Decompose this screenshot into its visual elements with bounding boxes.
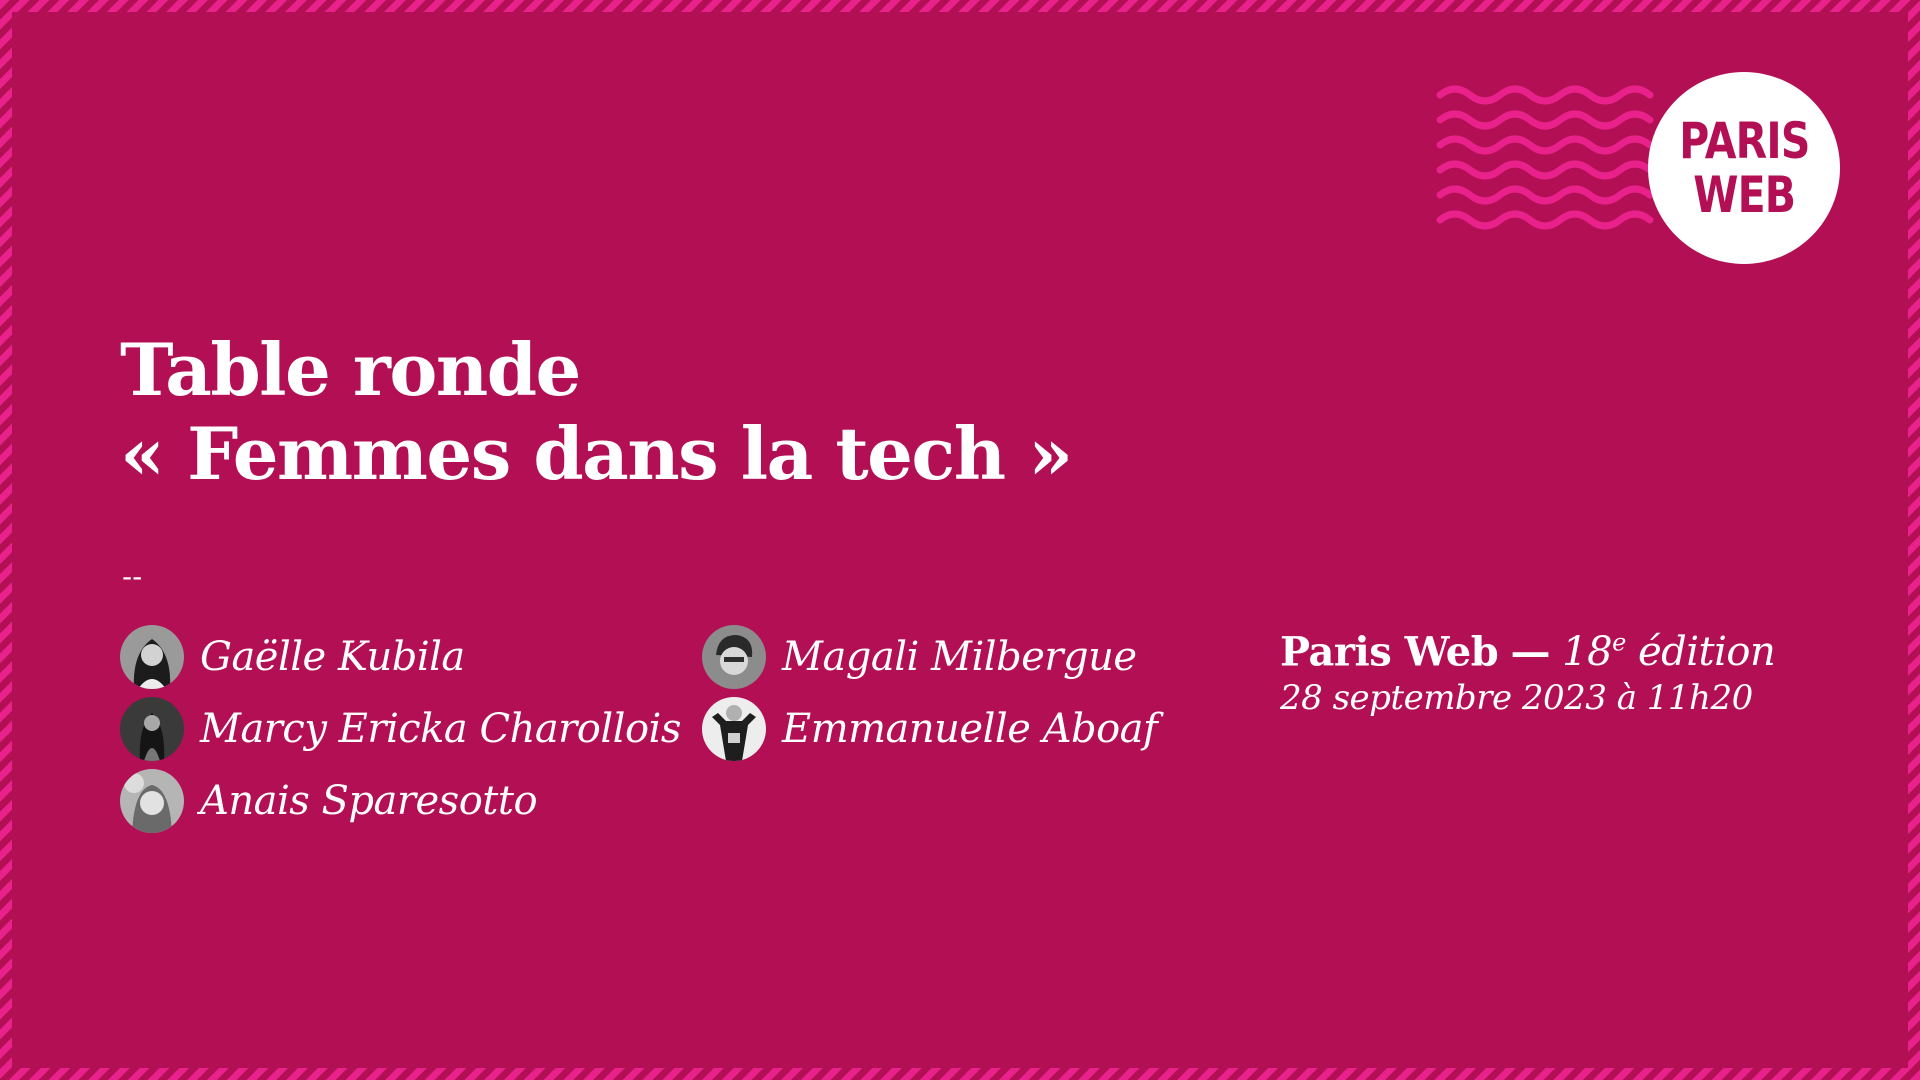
speaker-avatar: [120, 769, 184, 833]
speaker-avatar: [702, 697, 766, 761]
speaker-avatar: [120, 625, 184, 689]
logo-text-paris: PARIS: [1678, 112, 1810, 170]
speaker-avatar: [120, 697, 184, 761]
speaker-avatar: [702, 625, 766, 689]
separator: --: [122, 560, 143, 593]
talk-title: Table ronde « Femmes dans la tech »: [120, 327, 1073, 496]
speaker-item: Magali Milbergue: [702, 625, 1137, 689]
speaker-name: Marcy Ericka Charollois: [200, 706, 681, 752]
talk-title-line-2: « Femmes dans la tech »: [120, 411, 1073, 496]
speaker-name: Magali Milbergue: [782, 634, 1137, 680]
speaker-item: Anais Sparesotto: [120, 769, 538, 833]
paris-web-logo: PARIS WEB: [1648, 72, 1840, 264]
speaker-name: Gaëlle Kubila: [200, 634, 465, 680]
speaker-name: Anais Sparesotto: [200, 778, 538, 824]
event-edition: 18e édition: [1562, 629, 1776, 676]
event-dash: —: [1510, 628, 1550, 676]
logo-text-web: WEB: [1692, 166, 1796, 224]
event-name: Paris Web: [1280, 628, 1499, 676]
speaker-item: Emmanuelle Aboaf: [702, 697, 1158, 761]
edition-suffix: e: [1612, 629, 1626, 657]
speaker-name: Emmanuelle Aboaf: [782, 706, 1158, 752]
speaker-list: Gaëlle Kubila Marcy Ericka Charollois An…: [120, 625, 1220, 845]
wave-decoration: [1436, 85, 1654, 230]
speaker-item: Marcy Ericka Charollois: [120, 697, 681, 761]
edition-number: 18: [1562, 629, 1613, 676]
speaker-item: Gaëlle Kubila: [120, 625, 465, 689]
event-edition-line: Paris Web — 18e édition: [1280, 618, 1776, 677]
talk-title-line-1: Table ronde: [120, 327, 581, 412]
edition-word: édition: [1637, 629, 1776, 676]
event-date: 28 septembre 2023 à 11h20: [1280, 678, 1753, 719]
event-info: Paris Web — 18e édition 28 septembre 202…: [1280, 618, 1776, 719]
